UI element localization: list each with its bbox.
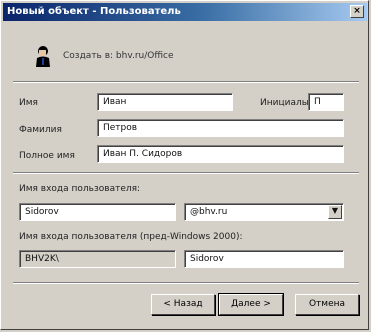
user-icon [36,46,50,67]
initials-field[interactable]: П [308,93,344,111]
logon-name-label: Имя входа пользователя: [19,184,141,194]
last-name-field[interactable]: Петров [97,119,344,137]
close-icon: × [353,6,361,16]
create-in-label: Создать в: bhv.ru/Office [63,51,174,61]
domain-combo[interactable]: @bhv.ru ▼ [184,203,344,221]
initials-label: Инициалы [260,98,309,108]
new-user-dialog: Новый объект - Пользователь × Создать в:… [0,0,369,330]
separator-bottom [13,282,359,284]
pre2000-name-field[interactable]: Sidorov [184,250,344,268]
pre2000-logon-label: Имя входа пользователя (пред-Windows 200… [19,232,243,242]
domain-value: @bhv.ru [190,207,228,217]
separator-middle [13,172,359,174]
separator-top [13,81,359,83]
last-name-label: Фамилия [19,125,62,135]
next-button[interactable]: Далее > [218,293,284,316]
logon-name-field[interactable]: Sidorov [19,203,176,221]
window-title: Новый объект - Пользователь [7,6,181,17]
pre2000-domain-field: BHV2K\ [19,250,176,268]
back-button[interactable]: < Назад [151,294,215,315]
title-bar[interactable]: Новый объект - Пользователь × [3,3,367,21]
full-name-label: Полное имя [19,151,75,161]
chevron-down-icon[interactable]: ▼ [328,205,342,219]
cancel-button[interactable]: Отмена [295,294,359,315]
full-name-field[interactable]: Иван П. Сидоров [97,145,344,163]
close-button[interactable]: × [350,5,364,18]
first-name-field[interactable]: Иван [97,93,233,111]
first-name-label: Имя [19,98,38,108]
